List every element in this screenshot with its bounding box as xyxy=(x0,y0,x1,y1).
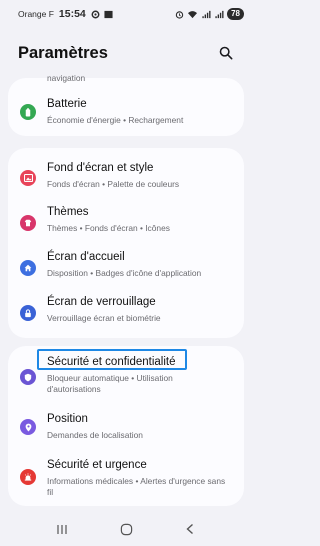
alarm-icon xyxy=(175,10,184,19)
home-icon xyxy=(20,260,36,276)
settings-item-title: Sécurité et urgence xyxy=(47,459,147,471)
search-icon xyxy=(219,46,233,60)
settings-item-themes[interactable]: Thèmes Thèmes • Fonds d'écran • Icônes xyxy=(8,201,244,239)
settings-item-home-screen[interactable]: Écran d'accueil Disposition • Badges d'i… xyxy=(8,247,244,285)
settings-item-safety-emergency[interactable]: Sécurité et urgence Informations médical… xyxy=(8,452,244,500)
settings-item-subtitle: Informations médicales • Alertes d'urgen… xyxy=(47,476,226,497)
settings-item-subtitle: Demandes de localisation xyxy=(47,430,143,440)
settings-item-subtitle: Fonds d'écran • Palette de couleurs xyxy=(47,179,180,189)
settings-item-lock-screen[interactable]: Écran de verrouillage Verrouillage écran… xyxy=(8,292,244,330)
settings-notification-icon xyxy=(91,10,100,18)
battery-level: 78 xyxy=(227,8,244,20)
home-button[interactable] xyxy=(114,519,138,539)
settings-item-location[interactable]: Position Demandes de localisation xyxy=(8,408,244,446)
settings-item-subtitle: Thèmes • Fonds d'écran • Icônes xyxy=(47,223,170,233)
recent-apps-button[interactable] xyxy=(50,519,74,539)
battery-icon xyxy=(20,104,36,120)
settings-item-battery[interactable]: Batterie Économie d'énergie • Rechargeme… xyxy=(8,94,244,132)
shield-icon xyxy=(20,369,36,385)
search-button[interactable] xyxy=(216,43,236,63)
settings-item-subtitle: Verrouillage écran et biométrie xyxy=(47,313,161,323)
settings-card-personalization: Fond d'écran et style Fonds d'écran • Pa… xyxy=(8,148,244,338)
settings-item-subtitle: Disposition • Badges d'icône d'applicati… xyxy=(47,268,202,278)
settings-item-title: Position xyxy=(47,413,88,425)
wifi-icon xyxy=(188,10,198,18)
settings-item-wallpaper[interactable]: Fond d'écran et style Fonds d'écran • Pa… xyxy=(8,156,244,194)
settings-card-security: Sécurité et confidentialité Bloqueur aut… xyxy=(8,346,244,506)
back-icon xyxy=(186,523,193,535)
settings-header: Paramètres xyxy=(0,30,252,76)
clock: 15:54 xyxy=(58,8,86,20)
themes-icon xyxy=(20,215,36,231)
settings-item-title: Thèmes xyxy=(47,206,89,218)
navigation-bar xyxy=(0,512,252,546)
carrier-name: Orange F xyxy=(18,9,54,19)
emergency-icon xyxy=(20,469,36,485)
highlight-box xyxy=(37,349,187,370)
home-nav-icon xyxy=(120,523,132,535)
settings-item-subtitle: Bloqueur automatique • Utilisation d'aut… xyxy=(47,373,173,394)
back-button[interactable] xyxy=(178,519,202,539)
wallpaper-icon xyxy=(20,170,36,186)
settings-item-title: Écran de verrouillage xyxy=(47,296,156,308)
settings-item-subtitle: Économie d'énergie • Rechargement xyxy=(47,115,184,125)
settings-card-device: navigation Batterie Économie d'énergie •… xyxy=(8,73,244,136)
cut-off-subtitle: navigation xyxy=(47,73,86,83)
settings-item-title: Batterie xyxy=(47,98,87,110)
signal-icon-2 xyxy=(215,10,224,18)
lock-icon xyxy=(20,305,36,321)
status-bar: Orange F 15:54 78 xyxy=(0,0,252,28)
image-notification-icon xyxy=(104,10,113,18)
settings-item-title: Écran d'accueil xyxy=(47,251,125,263)
signal-icon xyxy=(202,10,211,18)
location-icon xyxy=(20,419,36,435)
page-title: Paramètres xyxy=(18,43,108,62)
recent-apps-icon xyxy=(57,524,67,534)
settings-item-title: Fond d'écran et style xyxy=(47,162,154,174)
